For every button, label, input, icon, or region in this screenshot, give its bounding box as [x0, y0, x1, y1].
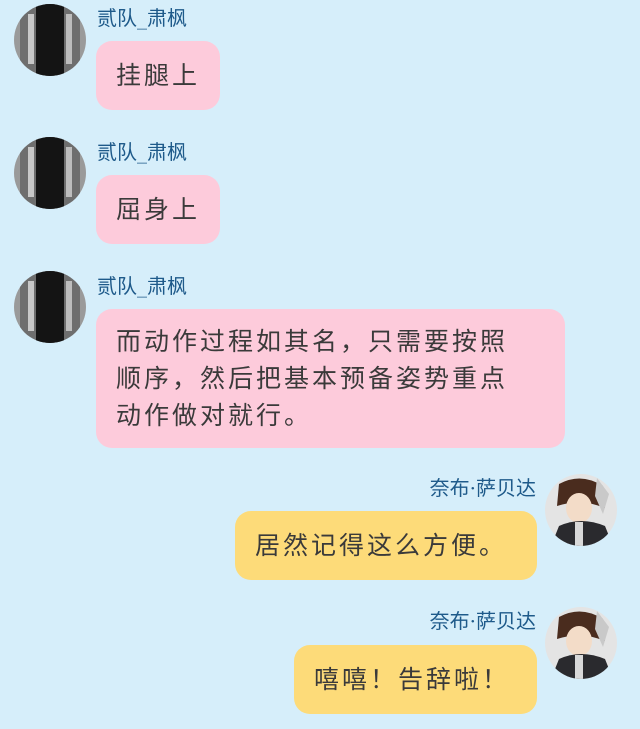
message-text: 屈身上: [116, 195, 201, 224]
message-bubble[interactable]: 屈身上: [96, 175, 220, 244]
sender-name: 奈布·萨贝达: [429, 609, 536, 633]
sender-avatar[interactable]: [14, 137, 86, 209]
message-text: 嘻嘻！告辞啦！: [314, 665, 511, 694]
message-text-line: 动作做对就行。: [116, 401, 313, 430]
message-bubble[interactable]: 挂腿上: [96, 41, 220, 110]
message-bubble[interactable]: 而动作过程如其名，只需要按照 顺序，然后把基本预备姿势重点 动作做对就行。: [96, 309, 565, 448]
sender-name: 贰队_肃枫: [97, 6, 187, 30]
sender-avatar[interactable]: [14, 271, 86, 343]
message-bubble[interactable]: 居然记得这么方便。: [235, 511, 537, 580]
message-text-line: 顺序，然后把基本预备姿势重点: [116, 364, 509, 393]
message-text: 居然记得这么方便。: [255, 531, 508, 560]
sender-name: 贰队_肃枫: [97, 140, 187, 164]
sender-avatar[interactable]: [545, 607, 617, 679]
sender-avatar[interactable]: [545, 474, 617, 546]
message-bubble[interactable]: 嘻嘻！告辞啦！: [294, 645, 537, 714]
message-text-line: 而动作过程如其名，只需要按照: [116, 327, 509, 356]
sender-name: 贰队_肃枫: [97, 274, 187, 298]
sender-name: 奈布·萨贝达: [429, 476, 536, 500]
sender-avatar[interactable]: [14, 4, 86, 76]
message-text: 挂腿上: [116, 61, 201, 90]
